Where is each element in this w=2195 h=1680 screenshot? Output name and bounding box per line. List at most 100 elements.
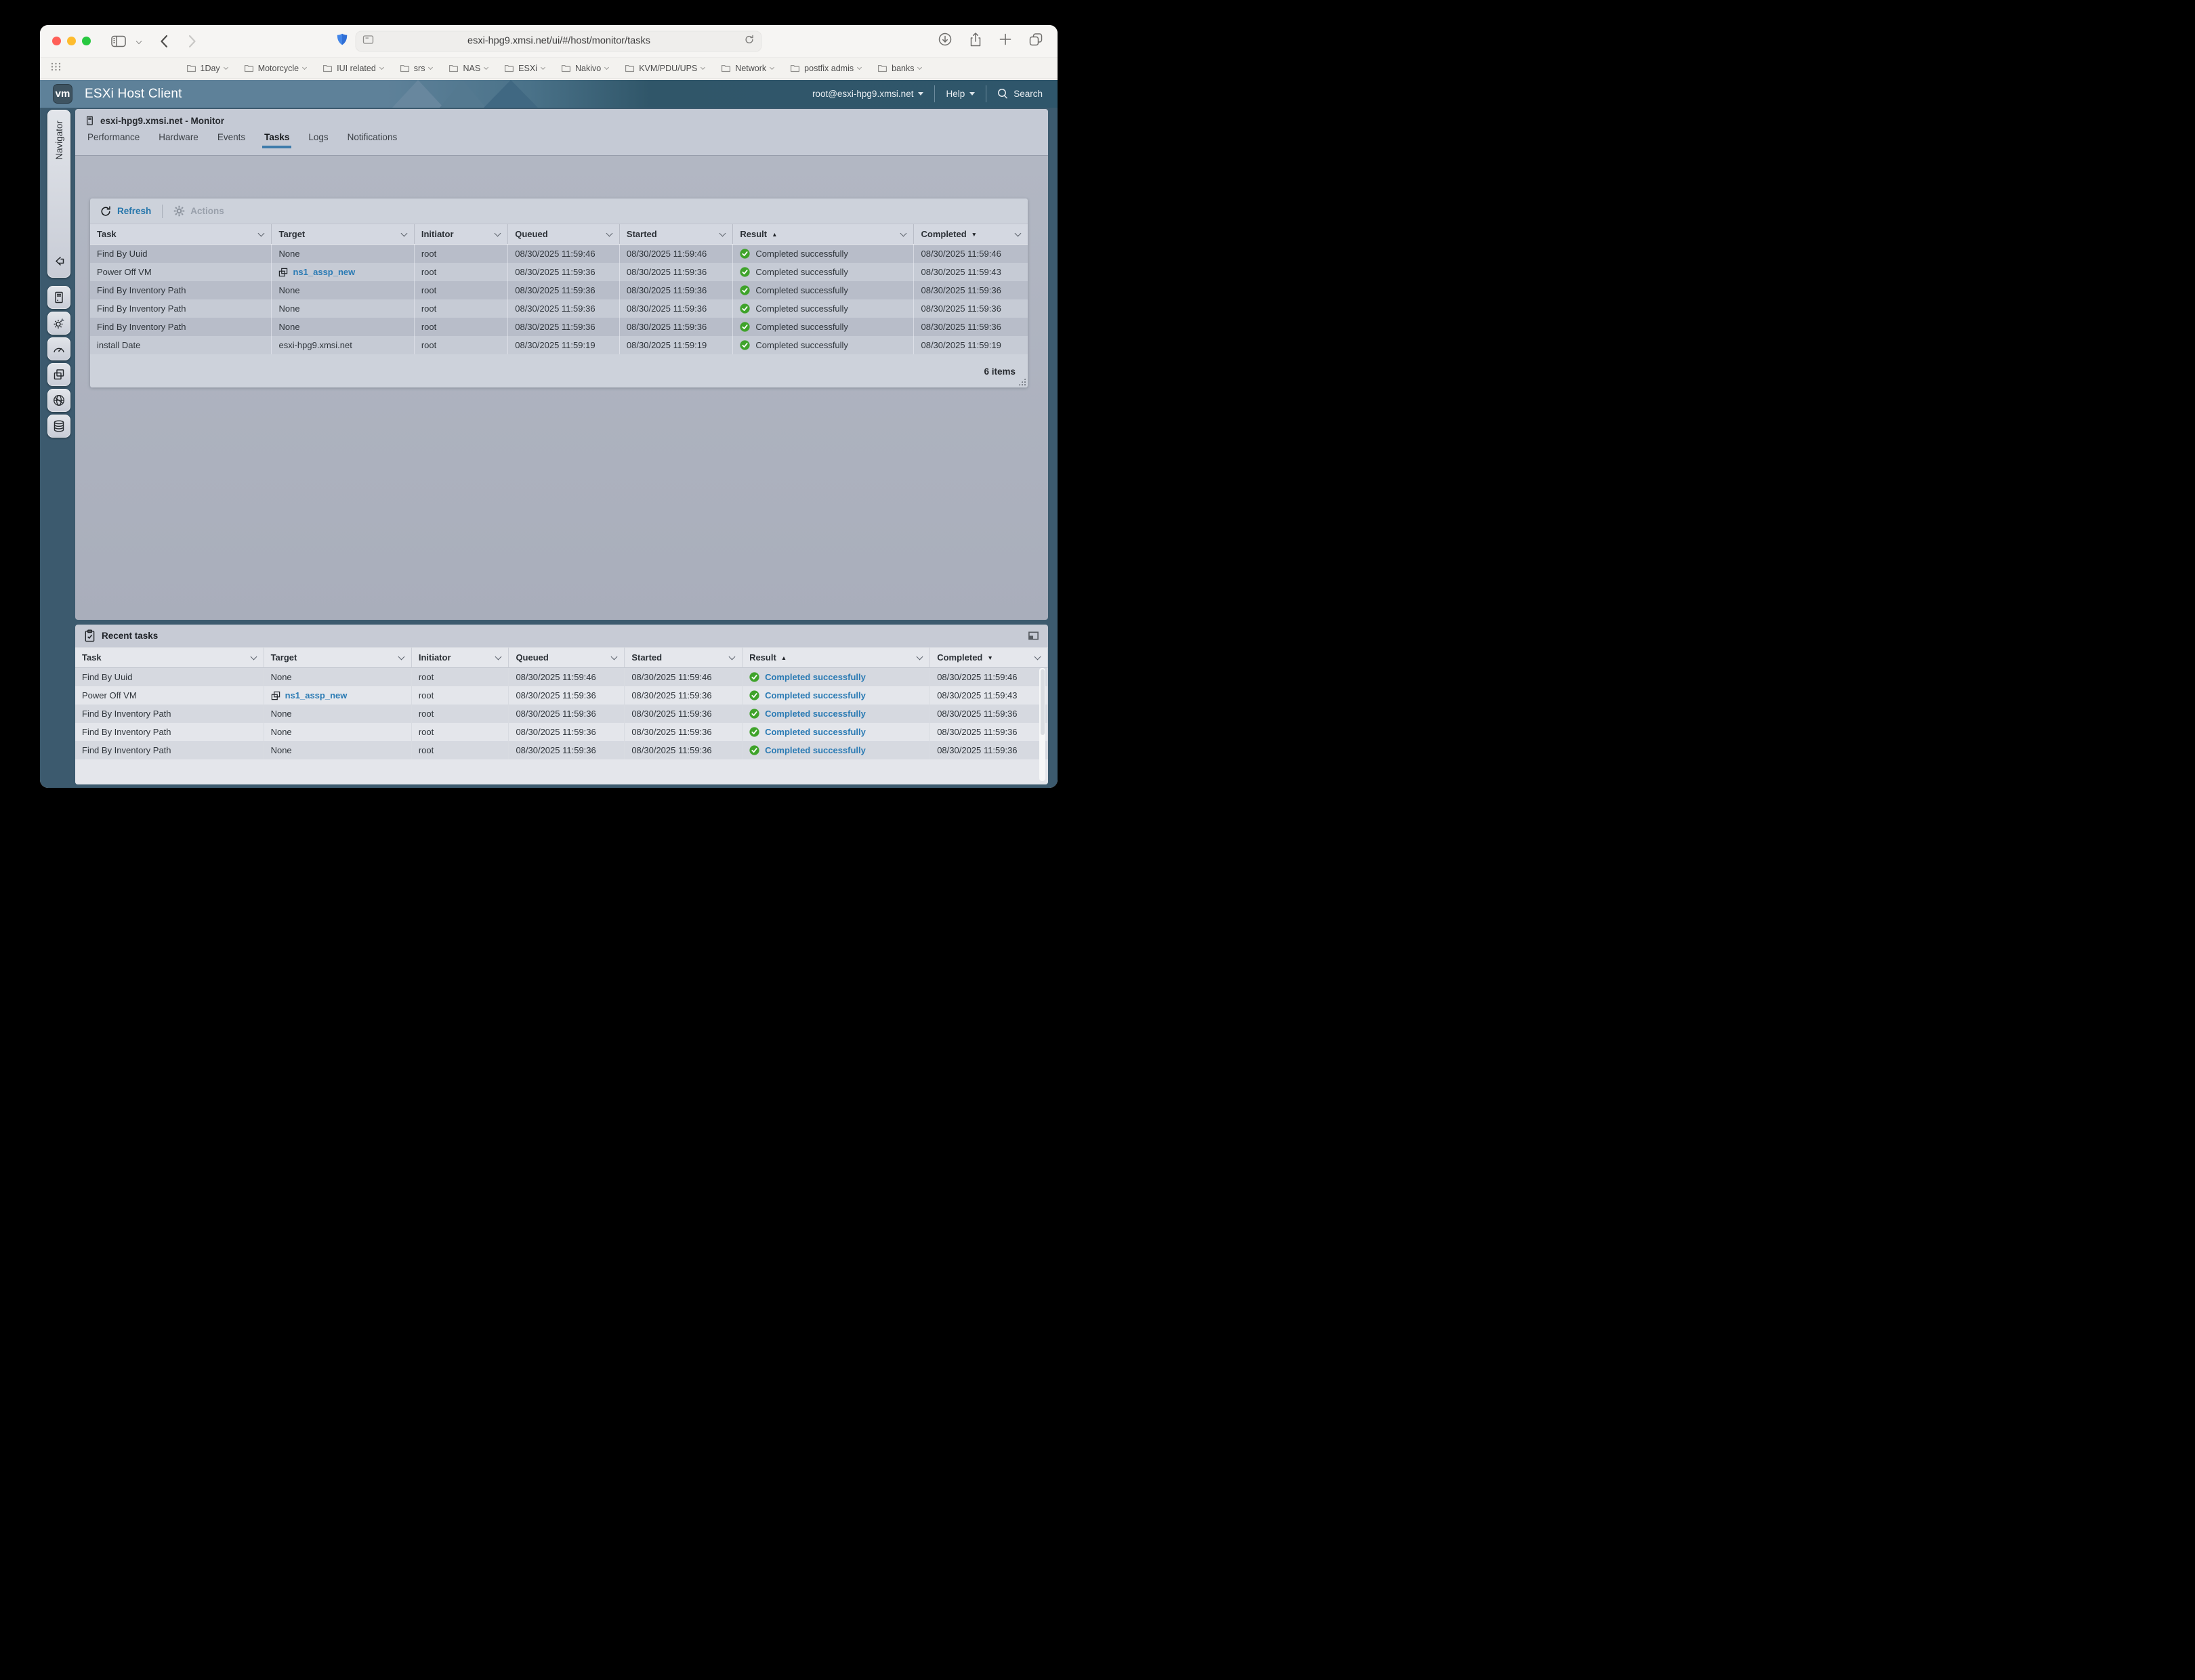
search-button[interactable]: Search [997,88,1043,100]
task-row[interactable]: Find By Inventory Path None root 08/30/2025… [75,723,1048,741]
close-window-button[interactable] [52,37,61,45]
bookmark-folder[interactable]: IUI related [322,64,384,73]
downloads-icon[interactable] [938,33,952,49]
chevron-down-icon [223,64,228,70]
column-header-task[interactable]: Task [75,648,264,667]
tab-hardware[interactable]: Hardware [149,126,208,148]
bookmark-folder[interactable]: NAS [448,64,489,73]
column-header-result[interactable]: Result ▲ [733,224,915,244]
cell-task: Find By Inventory Path [90,281,272,299]
vm-target-link[interactable]: ns1_assp_new [285,690,348,700]
scrollbar-thumb[interactable] [1040,669,1045,735]
share-icon[interactable] [969,32,982,50]
column-header-started[interactable]: Started [620,224,734,244]
task-row[interactable]: Find By Inventory Path None root 08/30/2025… [75,705,1048,723]
content-blocker-shield-icon[interactable] [336,33,349,50]
tab-notifications[interactable]: Notifications [338,126,407,148]
column-header-target[interactable]: Target [272,224,415,244]
page-icon[interactable] [362,35,374,47]
sidebar-item-storage[interactable] [47,415,70,438]
bookmark-folder[interactable]: ESXi [504,64,546,73]
column-header-result[interactable]: Result ▲ [743,648,931,667]
cell-initiator: root [412,668,509,686]
refresh-button[interactable]: Refresh [100,205,151,217]
cell-target: None [272,245,415,263]
column-header-queued[interactable]: Queued [508,224,620,244]
address-bar[interactable]: esxi-hpg9.xmsi.net/ui/#/host/monitor/tas… [355,30,762,51]
task-row[interactable]: Find By Inventory Path None root 08/30/2025… [90,299,1028,318]
sidebar-toggle-icon[interactable] [111,35,126,47]
result-link[interactable]: Completed successfully [765,672,866,682]
scrollbar[interactable] [1039,668,1045,781]
column-menu-icon[interactable] [258,230,265,236]
column-header-queued[interactable]: Queued [509,648,625,667]
column-header-started[interactable]: Started [625,648,743,667]
column-header-initiator[interactable]: Initiator [412,648,509,667]
task-row[interactable]: Find By Inventory Path None root 08/30/2025… [75,741,1048,759]
tab-tasks[interactable]: Tasks [255,126,299,148]
back-button[interactable] [160,35,168,48]
panel-restore-icon[interactable] [1028,631,1039,641]
column-menu-icon[interactable] [728,653,736,660]
task-row[interactable]: install Date esxi-hpg9.xmsi.net root 08/30/… [90,336,1028,354]
sidebar-item-host[interactable] [47,286,70,309]
sidebar-item-monitor[interactable] [47,337,70,360]
app-grid-icon[interactable] [51,62,61,75]
actions-button[interactable]: Actions [173,205,224,217]
sidebar-menu-chevron-icon[interactable] [135,38,142,44]
column-menu-icon[interactable] [916,653,923,660]
bookmark-folder[interactable]: KVM/PDU/UPS [625,64,706,73]
column-header-completed[interactable]: Completed ▼ [914,224,1028,244]
tab-events[interactable]: Events [208,126,255,148]
tab-logs[interactable]: Logs [299,126,337,148]
column-menu-icon[interactable] [1034,653,1041,660]
column-menu-icon[interactable] [610,653,618,660]
column-menu-icon[interactable] [606,230,613,236]
column-menu-icon[interactable] [900,230,907,236]
reload-icon[interactable] [745,34,755,48]
column-menu-icon[interactable] [1014,230,1022,236]
column-header-initiator[interactable]: Initiator [415,224,509,244]
navigator-collapse-button[interactable]: Navigator [47,110,70,278]
task-row[interactable]: Find By Inventory Path None root 08/30/2025… [90,281,1028,299]
host-icon [55,291,63,303]
user-menu[interactable]: root@esxi-hpg9.xmsi.net [812,89,924,99]
column-menu-icon[interactable] [494,230,501,236]
bookmark-folder[interactable]: banks [877,64,923,73]
task-row[interactable]: Power Off VM ns1_assp_new root 08/30/2025 1… [75,686,1048,705]
bookmark-folder[interactable]: Network [721,64,775,73]
result-link[interactable]: Completed successfully [765,745,866,755]
column-header-target[interactable]: Target [264,648,412,667]
new-tab-icon[interactable] [999,33,1011,49]
task-row[interactable]: Find By Inventory Path None root 08/30/2025… [90,318,1028,336]
column-menu-icon[interactable] [719,230,726,236]
vm-target-link[interactable]: ns1_assp_new [293,267,355,277]
column-menu-icon[interactable] [400,230,408,236]
bookmark-folder[interactable]: Motorcycle [244,64,308,73]
column-menu-icon[interactable] [250,653,257,660]
column-menu-icon[interactable] [495,653,502,660]
minimize-window-button[interactable] [67,37,76,45]
tab-overview-icon[interactable] [1029,33,1043,49]
bookmark-folder[interactable]: 1Day [186,64,228,73]
task-row[interactable]: Find By Uuid None root 08/30/2025 11:59:46 0… [90,245,1028,263]
bookmark-folder[interactable]: postfix admis [790,64,862,73]
result-link[interactable]: Completed successfully [765,690,866,700]
sort-ascending-icon: ▲ [780,654,787,661]
help-menu[interactable]: Help [946,89,976,99]
bookmark-folder[interactable]: srs [400,64,434,73]
result-link[interactable]: Completed successfully [765,709,866,719]
sidebar-item-virtual-machines[interactable] [47,363,70,386]
task-row[interactable]: Find By Uuid None root 08/30/2025 11:59:46 0… [75,668,1048,686]
column-header-completed[interactable]: Completed ▼ [930,648,1048,667]
tab-performance[interactable]: Performance [78,126,149,148]
sidebar-item-networking[interactable] [47,389,70,412]
column-menu-icon[interactable] [398,653,405,660]
forward-button[interactable] [188,35,196,48]
task-row[interactable]: Power Off VM ns1_assp_new root 08/30/2025 1… [90,263,1028,281]
sidebar-item-manage[interactable] [47,312,70,335]
bookmark-folder[interactable]: Nakivo [561,64,610,73]
zoom-window-button[interactable] [82,37,91,45]
column-header-task[interactable]: Task [90,224,272,244]
result-link[interactable]: Completed successfully [765,727,866,737]
